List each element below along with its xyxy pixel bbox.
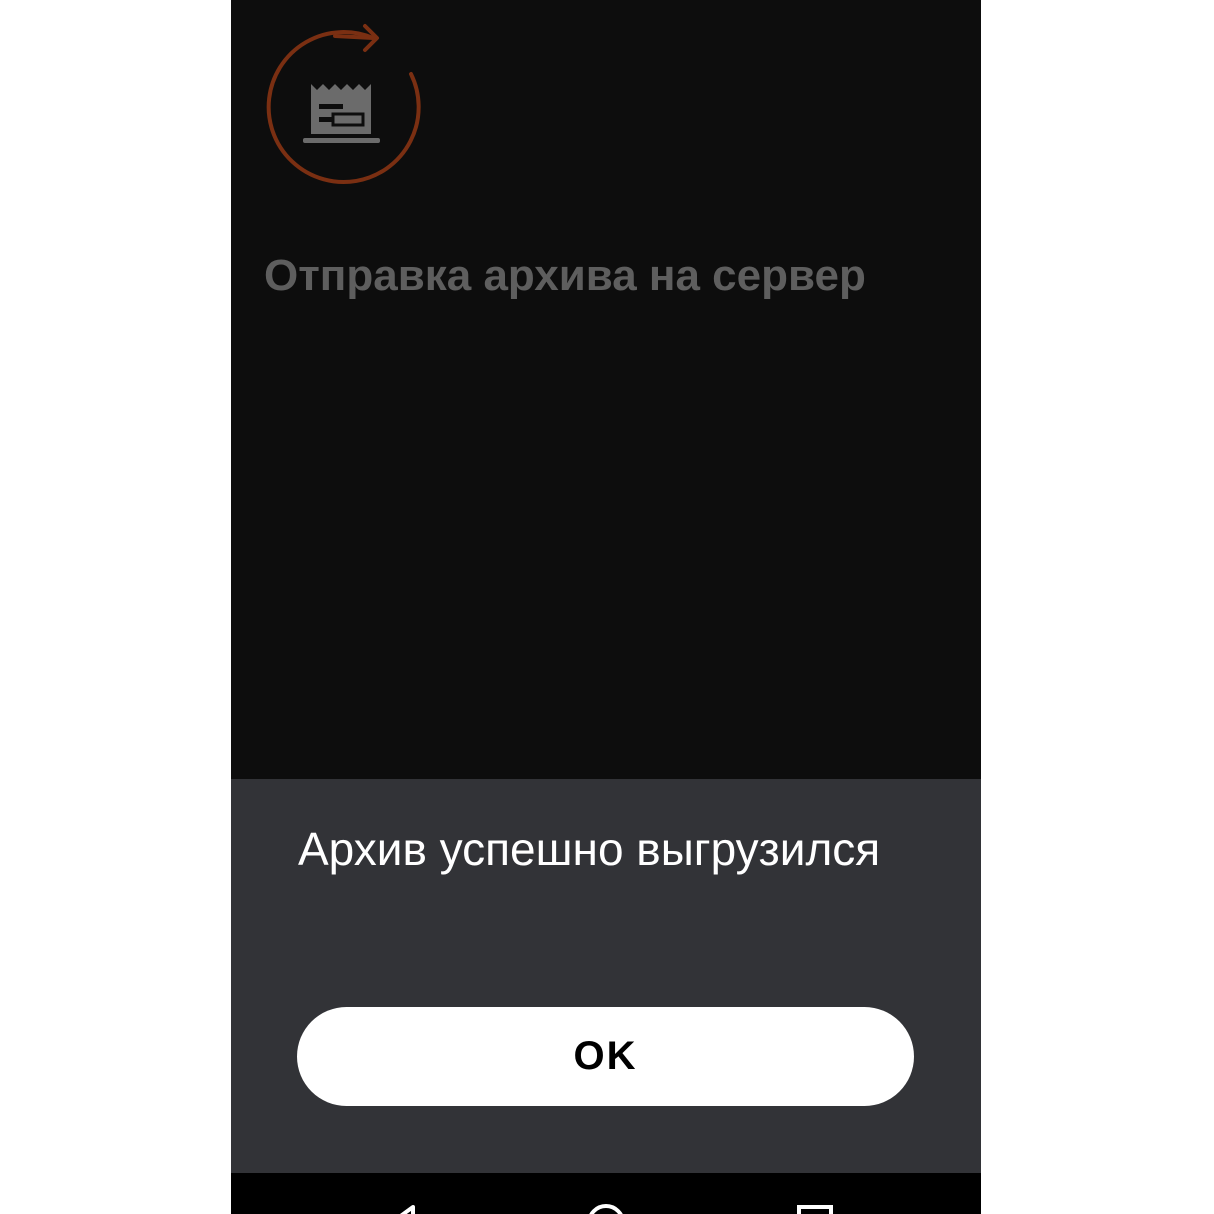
phone-screen: Отправка архива на сервер Архив успешно …: [231, 0, 981, 1214]
archive-sync-icon: [266, 24, 421, 185]
home-icon[interactable]: [584, 1201, 628, 1214]
system-navigation-bar: [231, 1173, 981, 1214]
ok-button[interactable]: OK: [297, 1007, 914, 1106]
back-icon[interactable]: [381, 1201, 425, 1214]
background-screen: Отправка архива на сервер: [231, 0, 981, 779]
result-bottom-sheet: Архив успешно выгрузился OK: [231, 779, 981, 1173]
page-title: Отправка архива на сервер: [264, 251, 866, 300]
recent-apps-icon[interactable]: [793, 1201, 837, 1214]
success-message: Архив успешно выгрузился: [298, 823, 881, 875]
